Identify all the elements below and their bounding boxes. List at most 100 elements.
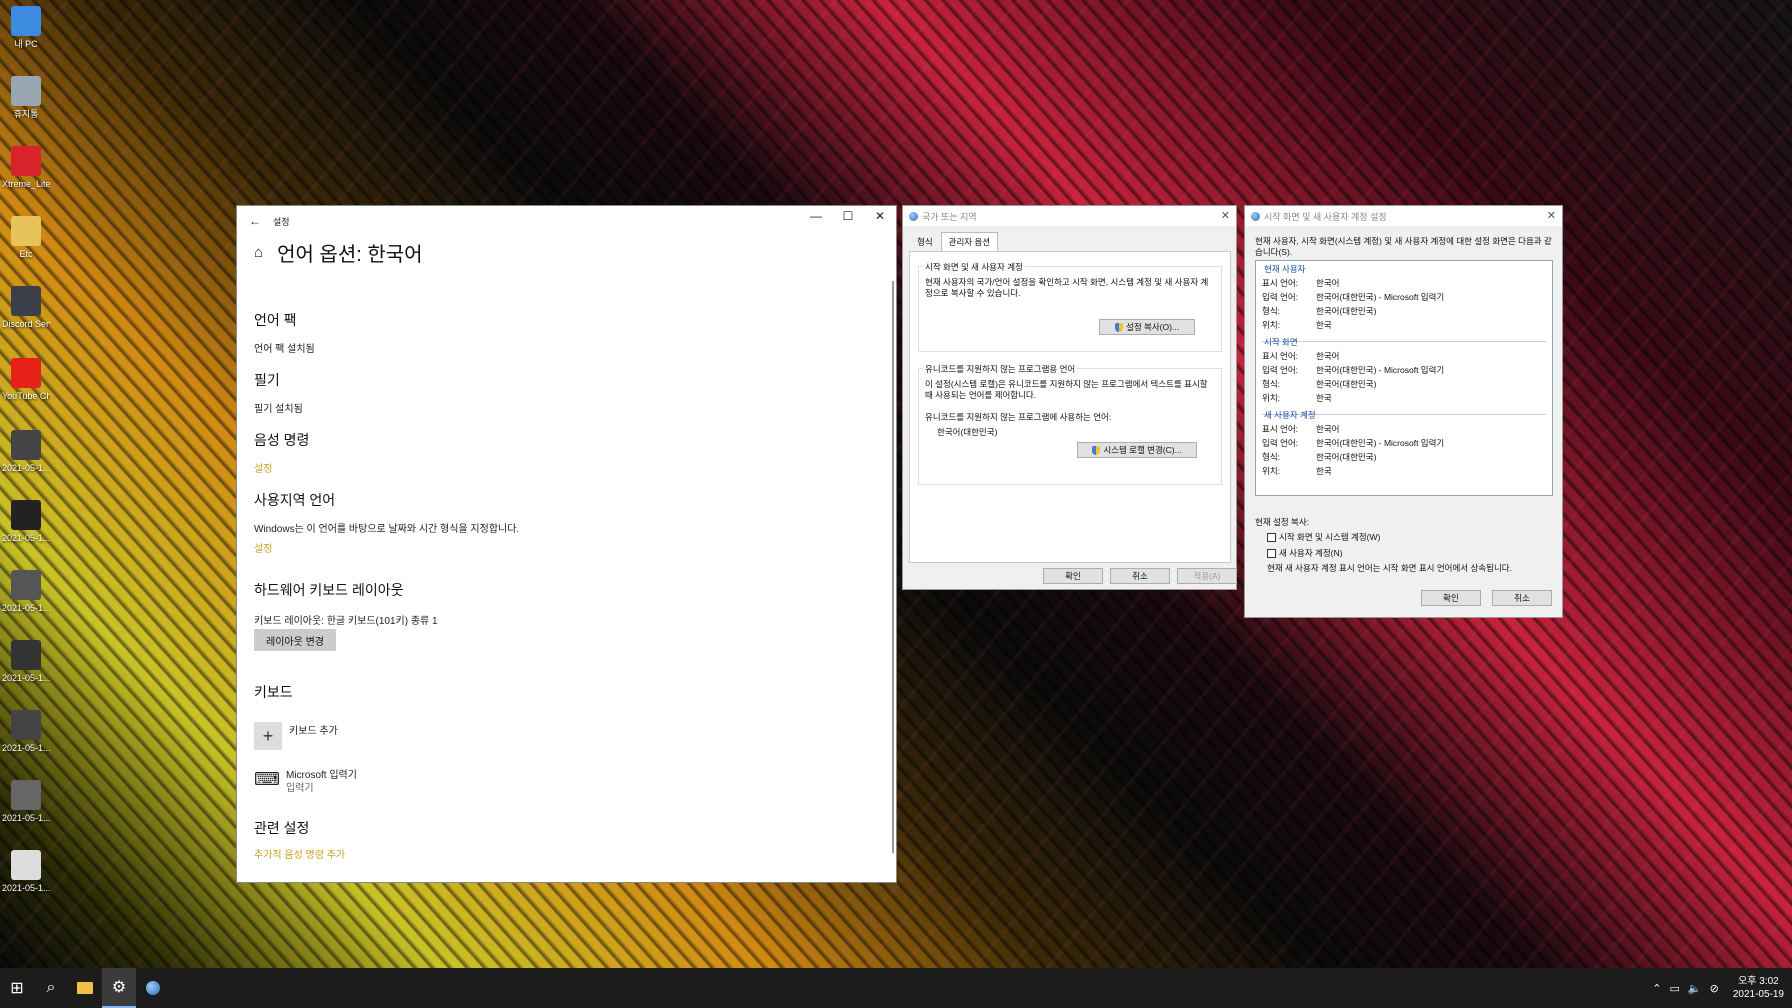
desktop-icon[interactable]: 2021-05-1... [2,570,50,614]
maximize-icon[interactable]: ☐ [832,209,864,223]
shield-icon [1115,322,1123,332]
keyboard-layout-text: 키보드 레이아웃: 한글 키보드(101키) 종류 1 [254,616,438,627]
chevron-up-icon[interactable]: ⌃ [1652,982,1661,995]
ok-button[interactable]: 확인 [1421,590,1481,606]
desktop-shortcut-icon [11,640,41,670]
copy-welcome-checkbox[interactable]: 시작 화면 및 시스템 계정(W) [1267,531,1380,543]
welcome-group: 시작 화면 및 새 사용자 계정 현재 사용자의 국가/언어 설정을 확인하고 … [918,261,1222,352]
desktop-icon[interactable]: YouTube Channel [2,358,50,402]
regional-heading: 사용지역 언어 [254,492,336,508]
change-layout-button[interactable]: 레이아웃 변경 [254,629,336,651]
hardware-keyboard-heading: 하드웨어 키보드 레이아웃 [254,582,404,598]
summary-value-format: 한국어(대한민국) [1316,452,1377,462]
welcome-title: 시작 화면 및 새 사용자 계정 설정 [1264,211,1387,222]
desktop-icon[interactable]: 2021-05-1... [2,500,50,544]
ok-button[interactable]: 확인 [1043,568,1103,584]
tab-admin[interactable]: 관리자 옵션 [940,232,999,252]
search-icon[interactable]: ⌕ [34,968,68,1008]
welcome-intro: 현재 사용자, 시작 화면(시스템 계정) 및 새 사용자 계정에 대한 설정 … [1255,236,1552,257]
change-locale-label: 시스템 로캘 변경(C)... [1103,445,1182,455]
summary-label-location: 위치: [1262,393,1281,403]
summary-label-display: 표시 언어: [1262,424,1299,434]
minimize-icon[interactable]: — [800,209,832,223]
no-internet-icon[interactable]: ⊘ [1710,982,1719,995]
change-locale-button[interactable]: 시스템 로캘 변경(C)... [1077,442,1197,458]
summary-value-input: 한국어(대한민국) - Microsoft 입력기 [1316,438,1445,448]
add-voice-command-link[interactable]: 추가적 음성 명령 추가 [254,846,345,861]
desktop-icon-label: 2021-05-1... [2,743,50,753]
desktop-icon-label: 2021-05-1... [2,883,50,893]
group-separator [1262,341,1546,342]
add-keyboard-icon[interactable]: + [254,722,282,750]
welcome-titlebar: 시작 화면 및 새 사용자 계정 설정 ✕ [1245,206,1562,226]
summary-group-heading: 새 사용자 계정 [1264,410,1316,420]
desktop-icon[interactable]: 휴지통 [2,76,50,120]
home-icon[interactable]: ⌂ [254,244,263,261]
settings-titlebar: ← 설정 — ☐ ✕ [237,209,896,230]
close-icon[interactable]: ✕ [1547,209,1556,222]
desktop-icon[interactable]: 2021-05-1... [2,710,50,754]
desktop-icon[interactable]: 2021-05-1... [2,430,50,474]
region-tabs: 형식 관리자 옵션 [909,232,999,252]
region-title: 국가 또는 지역 [922,211,977,222]
copy-settings-button[interactable]: 설정 복사(O)... [1099,319,1195,335]
current-locale-value: 한국어(대한민국) [937,427,998,437]
summary-label-input: 입력 언어: [1262,292,1299,302]
desktop-icon[interactable]: Etc [2,216,50,260]
related-heading: 관련 설정 [254,820,310,836]
summary-label-format: 형식: [1262,379,1281,389]
desktop-shortcut-icon [11,430,41,460]
tab-formats[interactable]: 형식 [909,232,941,252]
cancel-button[interactable]: 취소 [1110,568,1170,584]
keyboard-icon: ⌨ [254,769,280,789]
desktop-shortcut-icon [11,570,41,600]
control-panel-icon[interactable] [136,968,170,1008]
desktop-icon[interactable]: 내 PC [2,6,50,50]
network-icon[interactable]: ▭ [1670,982,1680,995]
clock[interactable]: 오후 3:02 2021-05-19 [1727,975,1784,1001]
desktop-icon[interactable]: Discord Server [2,286,50,330]
back-arrow-icon[interactable]: ← [237,214,273,228]
scrollbar[interactable] [892,281,894,853]
admin-pane: 시작 화면 및 새 사용자 계정 현재 사용자의 국가/언어 설정을 확인하고 … [909,251,1231,563]
desktop-icon[interactable]: 2021-05-1... [2,780,50,824]
close-icon[interactable]: ✕ [1221,209,1230,222]
regional-settings-link[interactable]: 설정 [254,540,272,555]
desktop-icon[interactable]: 2021-05-1... [2,850,50,894]
handwriting-status: 필기 설치됨 [254,404,303,415]
summary-group-heading: 시작 화면 [1264,337,1298,347]
nonunicode-group: 유니코드를 지원하지 않는 프로그램용 언어 이 설정(시스템 로캘)은 유니코… [918,363,1222,485]
summary-value-display: 한국어 [1316,278,1340,288]
apply-button[interactable]: 적용(A) [1177,568,1237,584]
checkbox-icon [1267,548,1276,558]
desktop-icon-label: 2021-05-1... [2,673,50,683]
summary-label-input: 입력 언어: [1262,438,1299,448]
summary-label-location: 위치: [1262,466,1281,476]
summary-value-location: 한국 [1316,320,1332,330]
close-icon[interactable]: ✕ [864,209,896,223]
cancel-button[interactable]: 취소 [1492,590,1552,606]
desktop-shortcut-icon [11,146,41,176]
voice-settings-link[interactable]: 설정 [254,460,272,475]
settings-title: 설정 [273,216,290,227]
summary-value-input: 한국어(대한민국) - Microsoft 입력기 [1316,365,1445,375]
shield-icon [1092,445,1101,455]
desktop-shortcut-icon [11,780,41,810]
handwriting-heading: 필기 [254,372,280,388]
summary-value-display: 한국어 [1316,424,1340,434]
settings-gear-icon[interactable]: ⚙ [102,968,136,1008]
file-explorer-icon[interactable] [68,968,102,1008]
summary-label-location: 위치: [1262,320,1281,330]
desktop-icon[interactable]: 2021-05-1... [2,640,50,684]
copy-newuser-checkbox[interactable]: 새 사용자 계정(N) [1267,547,1342,559]
volume-icon[interactable]: 🔈 [1688,982,1702,995]
desktop-icon[interactable]: Xtreme_Lite... [2,146,50,190]
copy-current-label: 현재 설정 복사: [1255,517,1310,527]
desktop-icon-label: 2021-05-1... [2,463,50,473]
add-keyboard-label[interactable]: 키보드 추가 [289,722,338,737]
start-windows-icon[interactable]: ⊞ [0,968,34,1008]
summary-label-format: 형식: [1262,306,1281,316]
clock-date: 2021-05-19 [1732,989,1784,1000]
taskbar: ⊞ ⌕ ⚙ ⌃ ▭ 🔈 ⊘ 오후 3:02 2021-05-19 [0,968,1792,1008]
summary-value-display: 한국어 [1316,351,1340,361]
